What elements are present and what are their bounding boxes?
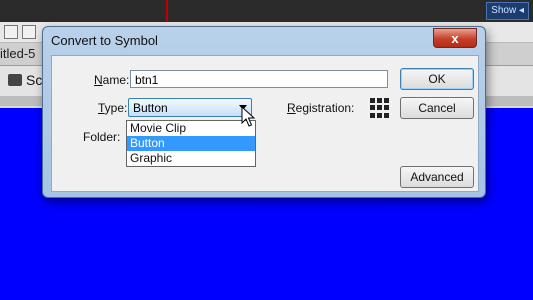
convert-to-symbol-dialog: Convert to Symbol x Name: btn1 Type: But… bbox=[42, 26, 486, 198]
type-option-button[interactable]: Button bbox=[127, 136, 255, 151]
reg-point[interactable] bbox=[377, 112, 382, 118]
reg-point[interactable] bbox=[384, 98, 389, 103]
type-label: Type: bbox=[98, 101, 128, 115]
registration-grid-icon[interactable] bbox=[370, 98, 390, 118]
name-label: Name: bbox=[94, 73, 130, 87]
close-icon: x bbox=[451, 30, 459, 46]
reg-point[interactable] bbox=[384, 112, 389, 118]
playhead-line bbox=[166, 0, 168, 22]
mouse-pointer-icon bbox=[241, 106, 255, 127]
scene-label[interactable]: Sc bbox=[26, 72, 42, 88]
type-selected-value: Button bbox=[133, 101, 168, 115]
reg-point[interactable] bbox=[370, 112, 375, 118]
cancel-button[interactable]: Cancel bbox=[400, 97, 474, 119]
show-label: Show bbox=[491, 5, 517, 16]
show-toggle-icon: ◂ bbox=[518, 5, 524, 16]
type-option-graphic[interactable]: Graphic bbox=[127, 151, 255, 166]
registration-label: Registration: bbox=[287, 101, 355, 115]
reg-point[interactable] bbox=[370, 105, 375, 111]
dialog-body: Name: btn1 Type: Button Movie Clip Butto… bbox=[51, 55, 479, 192]
type-dropdown-list: Movie Clip Button Graphic bbox=[126, 120, 256, 167]
type-select[interactable]: Button bbox=[128, 98, 252, 117]
reg-point[interactable] bbox=[377, 98, 382, 103]
folder-icon[interactable] bbox=[4, 25, 18, 39]
scene-icon bbox=[8, 74, 22, 86]
advanced-button[interactable]: Advanced bbox=[400, 166, 474, 188]
show-button[interactable]: Show ◂ bbox=[486, 2, 529, 20]
close-button[interactable]: x bbox=[433, 28, 477, 48]
timeline-strip bbox=[0, 0, 533, 22]
ok-button[interactable]: OK bbox=[400, 68, 474, 90]
folder-label: Folder: bbox=[83, 130, 121, 144]
reg-point[interactable] bbox=[384, 105, 389, 111]
trash-icon[interactable] bbox=[22, 25, 36, 39]
document-tab-title[interactable]: itled-5 bbox=[0, 46, 35, 61]
reg-point[interactable] bbox=[377, 105, 382, 111]
type-option-movie-clip[interactable]: Movie Clip bbox=[127, 121, 255, 136]
name-input[interactable]: btn1 bbox=[130, 70, 388, 88]
reg-point[interactable] bbox=[370, 98, 375, 103]
dialog-title: Convert to Symbol bbox=[51, 33, 158, 48]
